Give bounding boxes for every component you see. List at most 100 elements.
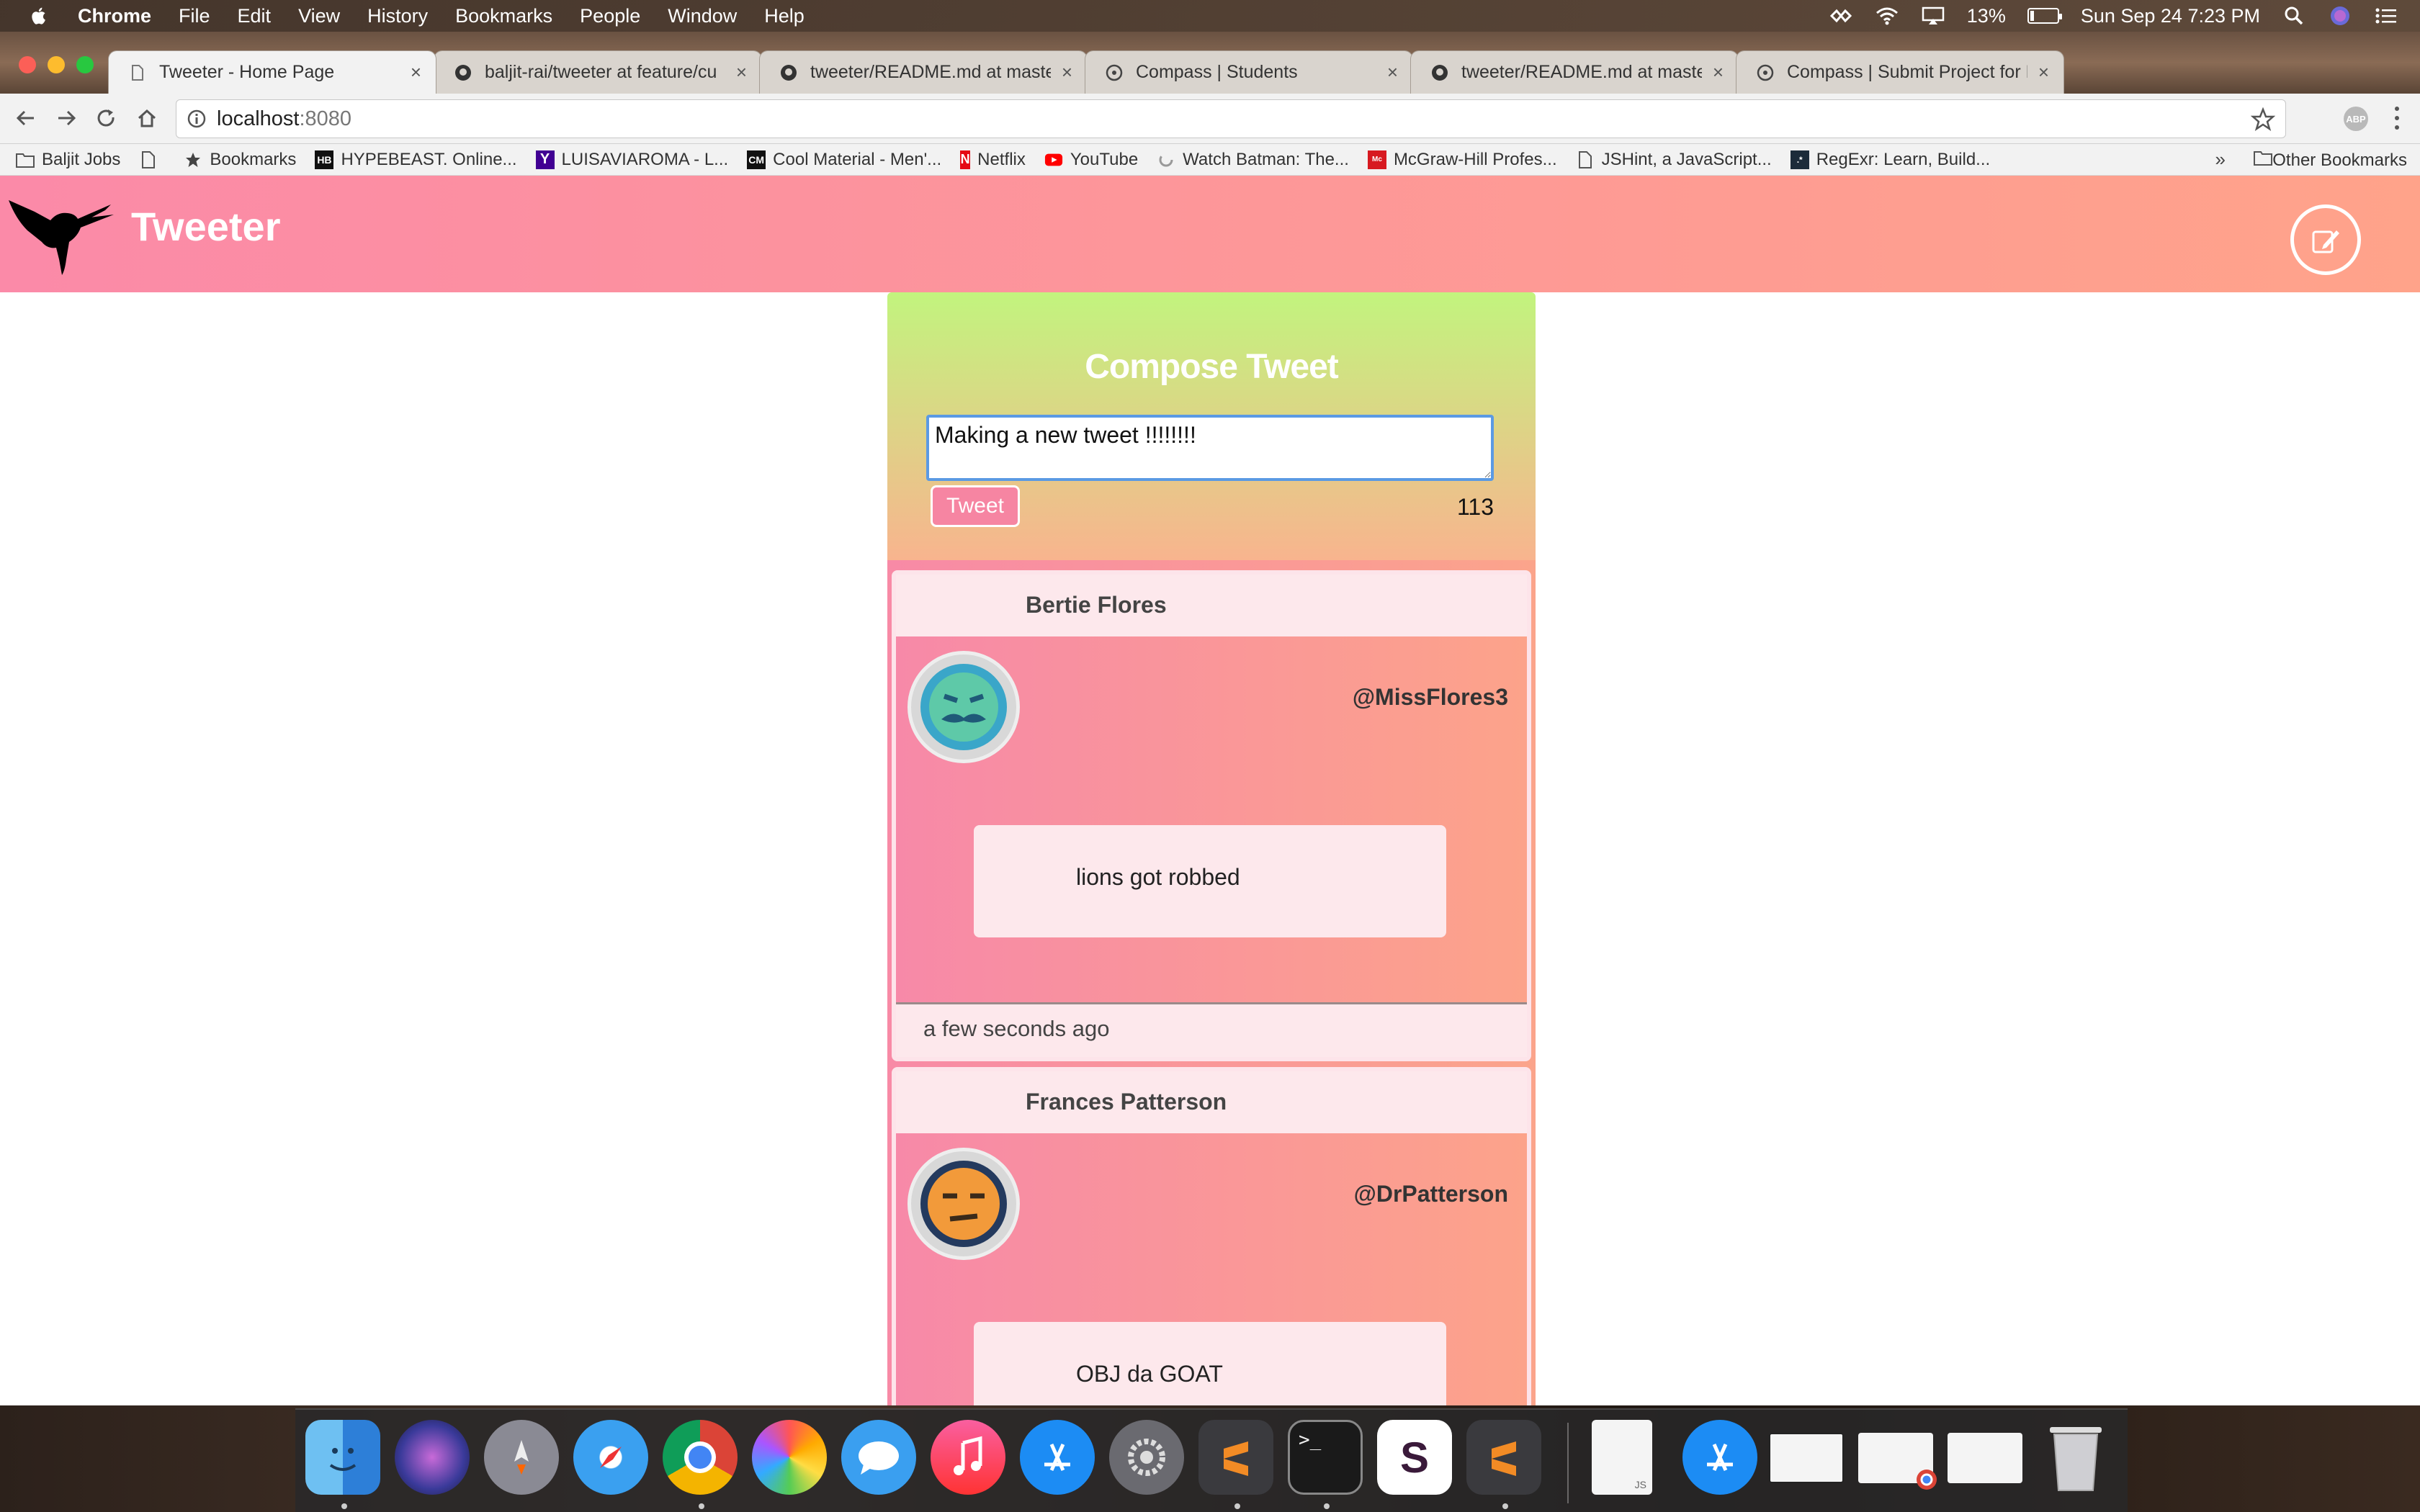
bookmark-mcgraw-hill[interactable]: Mc McGraw-Hill Profes... — [1367, 150, 1557, 170]
url-port: :8080 — [299, 107, 352, 130]
wifi-icon[interactable] — [1875, 6, 1899, 25]
zoom-window-button[interactable] — [76, 56, 94, 73]
bookmark-batman[interactable]: Watch Batman: The... — [1157, 150, 1349, 170]
tweet-author-name: Bertie Flores — [1026, 592, 1167, 618]
close-tab-icon[interactable]: × — [411, 61, 421, 84]
bookmark-youtube[interactable]: YouTube — [1044, 150, 1138, 170]
apple-icon[interactable] — [27, 4, 50, 27]
bookmark-jshint[interactable]: JSHint, a JavaScript... — [1576, 150, 1772, 170]
chrome-menu-icon[interactable] — [2390, 104, 2404, 132]
menu-edit[interactable]: Edit — [238, 5, 272, 27]
forward-arrow-icon[interactable] — [52, 104, 81, 132]
bookmark-label: Baljit Jobs — [42, 149, 121, 169]
window-thumbnail-icon[interactable] — [1769, 1433, 1844, 1483]
close-tab-icon[interactable]: × — [1062, 61, 1072, 84]
tab-github-readme-2[interactable]: tweeter/README.md at master × — [1410, 50, 1739, 94]
bookmark-cool-material[interactable]: CM Cool Material - Men'... — [747, 150, 941, 170]
bookmark-netflix[interactable]: N Netflix — [960, 150, 1026, 170]
tweets-feed: Bertie Flores @MissFlores3 lions got rob… — [887, 560, 1536, 1405]
tabs: Tweeter - Home Page × baljit-rai/tweeter… — [108, 50, 2064, 94]
document-icon — [139, 150, 158, 169]
cm-icon: CM — [747, 150, 766, 169]
tab-github-readme[interactable]: tweeter/README.md at master × — [759, 50, 1088, 94]
tweet-text: lions got robbed — [1076, 864, 1240, 890]
battery-icon[interactable] — [2027, 8, 2062, 24]
notification-center-icon[interactable] — [2374, 6, 2398, 25]
photos-icon[interactable] — [752, 1420, 827, 1495]
finder-icon[interactable] — [305, 1420, 380, 1495]
launchpad-icon[interactable] — [484, 1420, 559, 1495]
compose-toggle-button[interactable] — [2290, 204, 2361, 275]
menu-file[interactable]: File — [179, 5, 210, 27]
hummingbird-logo[interactable] — [6, 190, 115, 275]
tab-compass-students[interactable]: Compass | Students × — [1085, 50, 1413, 94]
menu-bookmarks[interactable]: Bookmarks — [455, 5, 552, 27]
close-tab-icon[interactable]: × — [736, 61, 747, 84]
sublime-text-icon[interactable] — [1198, 1420, 1273, 1495]
reload-icon[interactable] — [92, 104, 121, 132]
close-window-button[interactable] — [19, 56, 36, 73]
adblock-plus-icon[interactable]: ABP — [2344, 107, 2368, 131]
edit-pencil-icon — [2312, 230, 2339, 253]
menu-view[interactable]: View — [298, 5, 340, 27]
tab-title: Compass | Submit Project for F — [1787, 62, 2027, 82]
sublime-text-icon[interactable] — [1466, 1420, 1541, 1495]
bookmark-regexr[interactable]: .* RegExr: Learn, Build... — [1790, 150, 1990, 170]
bookmark-luisaviaroma[interactable]: Y LUISAVIAROMA - L... — [535, 150, 728, 170]
tab-github-feature[interactable]: baljit-rai/tweeter at feature/cu × — [434, 50, 762, 94]
itunes-icon[interactable] — [931, 1420, 1005, 1495]
chrome-icon[interactable] — [663, 1420, 738, 1495]
app-store-downloads-icon[interactable] — [1682, 1420, 1757, 1495]
trash-icon[interactable] — [2038, 1420, 2113, 1495]
tweet-submit-button[interactable]: Tweet — [931, 485, 1020, 527]
tab-title: baljit-rai/tweeter at feature/cu — [485, 62, 717, 82]
hb-icon: HB — [315, 150, 334, 169]
clock[interactable]: Sun Sep 24 7:23 PM — [2081, 5, 2260, 27]
close-tab-icon[interactable]: × — [1387, 61, 1398, 84]
site-header: Tweeter — [0, 176, 2420, 292]
home-icon[interactable] — [133, 104, 161, 132]
system-preferences-icon[interactable] — [1109, 1420, 1184, 1495]
menu-app-name[interactable]: Chrome — [78, 5, 151, 27]
messages-icon[interactable] — [841, 1420, 916, 1495]
star-icon — [184, 150, 202, 169]
spotlight-search-icon[interactable] — [2282, 6, 2306, 25]
menu-help[interactable]: Help — [764, 5, 805, 27]
airplay-icon[interactable] — [1921, 6, 1945, 25]
chrome-window-icon[interactable] — [1858, 1433, 1937, 1490]
info-icon[interactable] — [187, 109, 207, 129]
loading-icon — [1157, 150, 1175, 169]
other-bookmarks[interactable]: Other Bookmarks — [2254, 150, 2407, 171]
bookmark-bookmarks[interactable]: Bookmarks — [184, 150, 296, 170]
siri-icon[interactable] — [395, 1420, 470, 1495]
minimize-window-button[interactable] — [48, 56, 65, 73]
creative-cloud-icon[interactable] — [1829, 6, 1853, 25]
address-bar[interactable]: localhost:8080 — [176, 99, 2286, 138]
close-tab-icon[interactable]: × — [1713, 61, 1724, 84]
tweet-textarea[interactable] — [926, 415, 1494, 481]
tweet-content-box: OBJ da GOAT — [974, 1322, 1446, 1405]
battery-percent[interactable]: 13% — [1967, 5, 2006, 27]
menu-window[interactable]: Window — [668, 5, 737, 27]
bookmark-blank[interactable] — [139, 150, 165, 169]
menu-history[interactable]: History — [367, 5, 428, 27]
slack-icon[interactable]: S — [1377, 1420, 1452, 1495]
bookmark-star-icon[interactable] — [2251, 107, 2275, 132]
menu-people[interactable]: People — [580, 5, 640, 27]
bookmark-baljit-jobs[interactable]: Baljit Jobs — [16, 150, 120, 170]
tab-compass-submit[interactable]: Compass | Submit Project for F × — [1736, 50, 2064, 94]
document-icon — [132, 65, 143, 81]
back-arrow-icon[interactable] — [12, 104, 40, 132]
terminal-icon[interactable]: >_ — [1288, 1420, 1363, 1495]
chrome-window: Tweeter - Home Page × baljit-rai/tweeter… — [0, 32, 2420, 1405]
tab-tweeter-home[interactable]: Tweeter - Home Page × — [108, 50, 436, 94]
close-tab-icon[interactable]: × — [2038, 61, 2049, 84]
bookmark-hypebeast[interactable]: HB HYPEBEAST. Online... — [315, 150, 517, 170]
app-store-icon[interactable] — [1020, 1420, 1095, 1495]
safari-icon[interactable] — [573, 1420, 648, 1495]
bookmarks-overflow-chevron[interactable]: » — [2215, 148, 2226, 171]
siri-icon[interactable] — [2328, 6, 2352, 25]
spreadsheet-icon[interactable] — [1948, 1433, 2022, 1483]
bookmark-label: Watch Batman: The... — [1183, 149, 1349, 169]
document-icon[interactable]: JS — [1592, 1420, 1652, 1495]
